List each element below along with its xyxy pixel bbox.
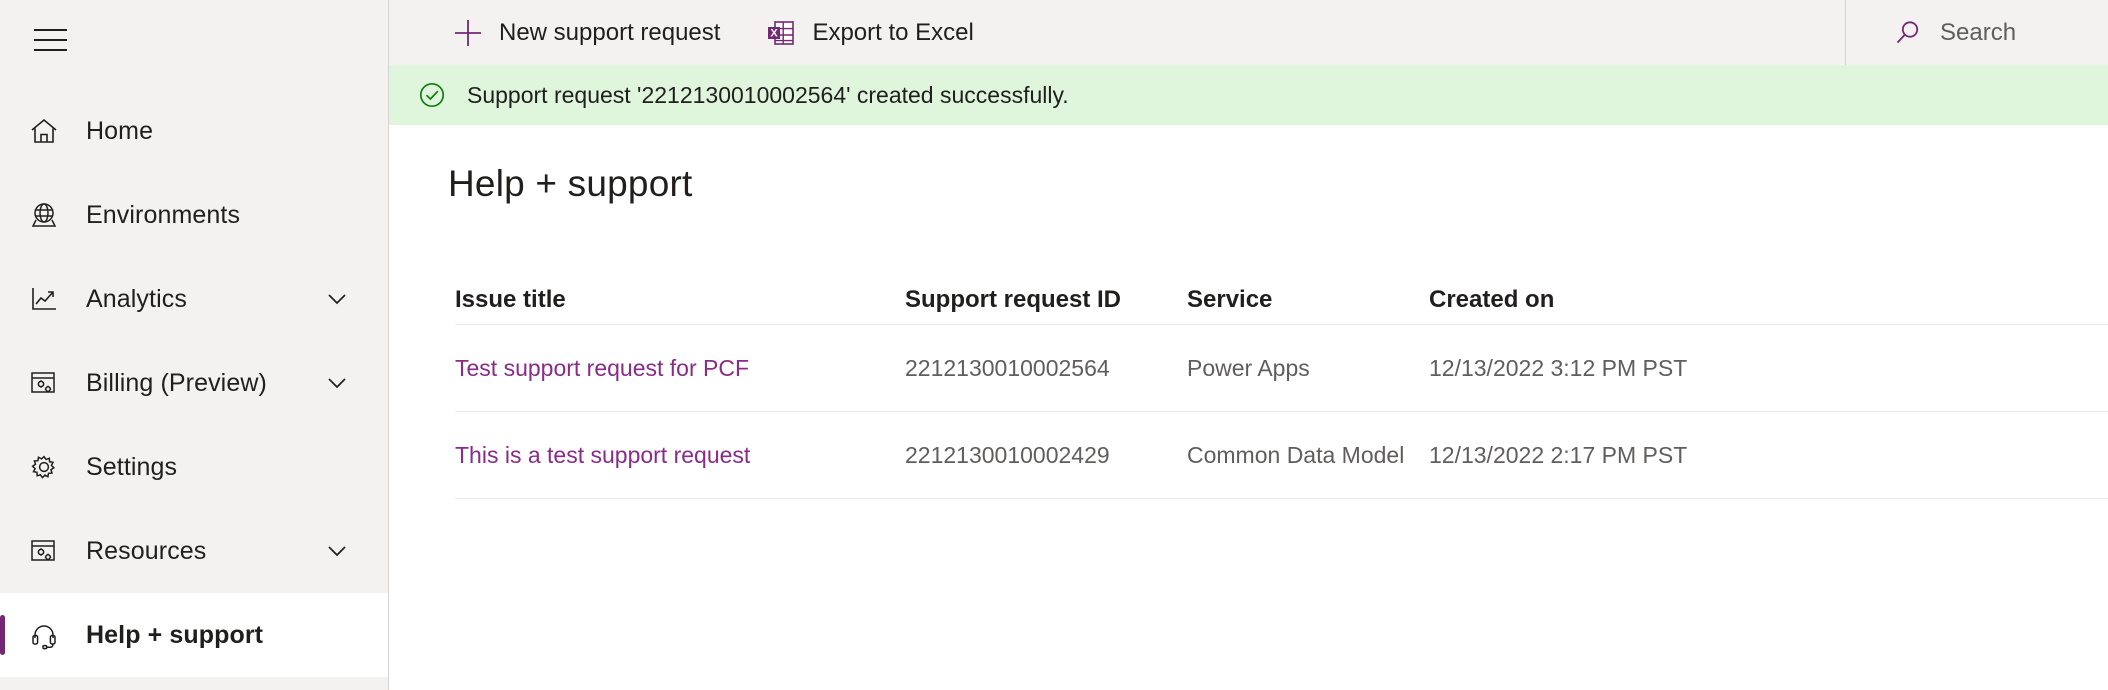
issue-title-link[interactable]: This is a test support request xyxy=(455,442,905,469)
resources-icon xyxy=(22,531,66,571)
page-title: Help + support xyxy=(448,163,693,204)
plus-icon xyxy=(451,16,485,50)
command-label: New support request xyxy=(499,18,721,46)
banner-message: Support request '2212130010002564' creat… xyxy=(467,81,1069,108)
sidebar-item-home[interactable]: Home xyxy=(0,89,388,173)
sidebar: Home Environments Analytics Billing (Pre… xyxy=(0,0,389,690)
hamburger-menu-icon[interactable] xyxy=(19,9,81,71)
sidebar-item-label: Resources xyxy=(86,536,207,565)
column-header-service: Service xyxy=(1187,286,1273,313)
sidebar-nav: Home Environments Analytics Billing (Pre… xyxy=(0,89,388,677)
command-label: Export to Excel xyxy=(812,18,974,46)
billing-icon xyxy=(22,363,66,403)
sidebar-item-label: Help + support xyxy=(86,620,264,649)
chevron-down-icon[interactable] xyxy=(324,370,350,396)
service-name: Power Apps xyxy=(1187,354,1310,381)
gear-icon xyxy=(22,447,66,487)
column-header-issue-title: Issue title xyxy=(455,286,566,313)
sidebar-item-help-support[interactable]: Help + support xyxy=(0,593,388,677)
sidebar-item-label: Billing (Preview) xyxy=(86,368,267,397)
sidebar-item-analytics[interactable]: Analytics xyxy=(0,257,388,341)
hamburger-bar xyxy=(33,49,67,51)
success-banner: Support request '2212130010002564' creat… xyxy=(389,65,2108,125)
sidebar-item-settings[interactable]: Settings xyxy=(0,425,388,509)
app-root: Home Environments Analytics Billing (Pre… xyxy=(0,0,2108,690)
new-support-request-button[interactable]: New support request xyxy=(437,0,734,65)
chevron-down-icon[interactable] xyxy=(324,286,350,312)
content-area: Help + support Issue title Support reque… xyxy=(389,163,2108,499)
service-name: Common Data Model xyxy=(1187,441,1405,468)
sidebar-item-label: Analytics xyxy=(86,284,187,313)
sidebar-item-label: Environments xyxy=(86,200,241,229)
table-row[interactable]: Test support request for PCF 22121300100… xyxy=(455,325,2108,412)
search-input[interactable] xyxy=(1940,18,2090,47)
table-header-row: Issue title Support request ID Service C… xyxy=(455,270,2108,325)
created-on-timestamp: 12/13/2022 2:17 PM PST xyxy=(1429,441,1688,468)
support-requests-table: Issue title Support request ID Service C… xyxy=(455,270,2108,499)
export-to-excel-button[interactable]: X Export to Excel xyxy=(750,0,987,65)
excel-icon: X xyxy=(764,16,798,50)
sidebar-item-label: Settings xyxy=(86,452,178,481)
hamburger-bar xyxy=(33,29,67,31)
column-header-support-request-id: Support request ID xyxy=(905,286,1122,313)
main-area: New support request X Export to Excel Se… xyxy=(389,0,2108,690)
line-chart-icon xyxy=(22,279,66,319)
sidebar-item-label: Home xyxy=(86,116,154,145)
column-header-created-on: Created on xyxy=(1429,286,1555,313)
sidebar-item-environments[interactable]: Environments xyxy=(0,173,388,257)
globe-icon xyxy=(22,195,66,235)
sidebar-item-resources[interactable]: Resources xyxy=(0,509,388,593)
command-bar: New support request X Export to Excel xyxy=(389,0,2108,65)
support-request-id: 2212130010002429 xyxy=(905,441,1110,468)
hamburger-bar xyxy=(33,39,67,41)
created-on-timestamp: 12/13/2022 3:12 PM PST xyxy=(1429,354,1688,381)
search-box[interactable] xyxy=(1845,0,2108,65)
check-circle-icon xyxy=(416,79,448,111)
sidebar-item-billing[interactable]: Billing (Preview) xyxy=(0,341,388,425)
table-row[interactable]: This is a test support request 221213001… xyxy=(455,412,2108,499)
issue-title-link[interactable]: Test support request for PCF xyxy=(455,355,905,382)
svg-text:X: X xyxy=(771,27,779,39)
chevron-down-icon[interactable] xyxy=(324,538,350,564)
search-icon xyxy=(1892,17,1924,49)
headset-icon xyxy=(22,615,66,655)
support-request-id: 2212130010002564 xyxy=(905,354,1110,381)
home-icon xyxy=(22,111,66,151)
